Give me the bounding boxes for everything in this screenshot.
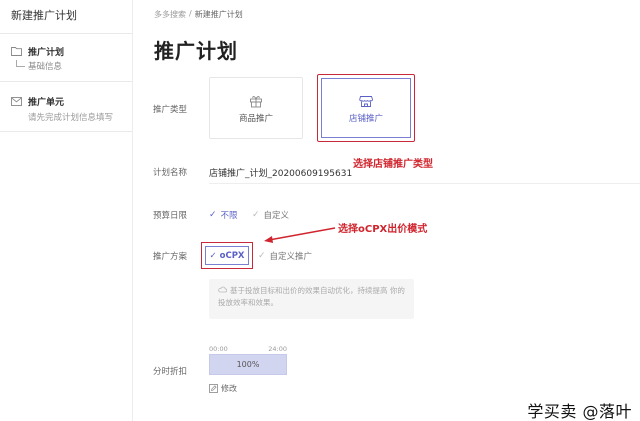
- scheme-option-ocpx-label: oCPX: [219, 250, 245, 261]
- sidebar: 新建推广计划 推广计划 基础信息 推广单元 请先完成计划信息填写: [0, 0, 133, 421]
- gift-icon: [249, 93, 263, 107]
- sidebar-section-unit[interactable]: 推广单元 请先完成计划信息填写: [0, 82, 132, 132]
- breadcrumb: 多多搜索 / 新建推广计划: [154, 9, 243, 20]
- check-icon: ✓: [258, 251, 266, 261]
- discount-label: 分时折扣: [153, 367, 188, 377]
- scheme-option-ocpx-highlight[interactable]: ✓ oCPX: [201, 242, 253, 269]
- store-icon: [359, 93, 373, 107]
- sidebar-item-plan[interactable]: 推广计划: [28, 45, 64, 58]
- budget-label: 预算日限: [153, 211, 188, 221]
- check-icon: ✓: [209, 210, 217, 220]
- sidebar-item-basic-info[interactable]: 基础信息: [28, 60, 62, 72]
- scheme-info-text: 基于投放目标和出价的效果自动优化，持续提高 你的投放效率和效果。: [218, 286, 405, 307]
- edit-discount-link[interactable]: 修改: [209, 383, 237, 394]
- edit-icon: [209, 384, 218, 393]
- type-card-shop-label: 店铺推广: [348, 113, 383, 124]
- name-label: 计划名称: [153, 168, 188, 178]
- budget-option-unlimited-label: 不限: [220, 211, 238, 221]
- sidebar-unit-hint: 请先完成计划信息填写: [28, 113, 114, 123]
- mail-icon: [11, 96, 22, 107]
- edit-discount-label: 修改: [221, 384, 237, 393]
- annotation-ocpx: 选择oCPX出价模式: [338, 224, 428, 235]
- time-discount-value: 100%: [236, 360, 260, 369]
- type-label: 推广类型: [153, 105, 188, 115]
- type-card-goods[interactable]: 商品推广: [209, 77, 303, 139]
- scheme-label: 推广方案: [153, 252, 188, 262]
- annotation-shop-type: 选择店铺推广类型: [353, 159, 433, 170]
- breadcrumb-current: 新建推广计划: [194, 10, 243, 19]
- cloud-icon: [218, 285, 228, 294]
- folder-icon: [11, 46, 22, 57]
- budget-option-custom-label: 自定义: [263, 211, 290, 221]
- annotation-arrow: [264, 227, 336, 243]
- scheme-option-custom[interactable]: ✓ 自定义推广: [258, 250, 312, 262]
- type-card-goods-label: 商品推广: [238, 113, 273, 124]
- budget-option-custom[interactable]: ✓ 自定义: [252, 209, 289, 221]
- time-range-labels: 00:00 24:00: [209, 345, 287, 353]
- scheme-option-custom-label: 自定义推广: [269, 252, 313, 262]
- watermark: 学买卖 @落叶: [527, 402, 632, 421]
- main-content: 多多搜索 / 新建推广计划 推广计划 推广类型 商品推广 店铺推广 选择店铺推广…: [133, 0, 640, 421]
- breadcrumb-separator: /: [189, 9, 192, 18]
- time-end: 24:00: [268, 345, 287, 353]
- page-title: 推广计划: [154, 39, 238, 63]
- sidebar-item-unit[interactable]: 推广单元: [28, 95, 64, 108]
- time-discount-bar[interactable]: 100%: [209, 354, 287, 375]
- plan-name-input[interactable]: 店铺推广_计划_20200609195631: [209, 166, 352, 179]
- tree-connector: [16, 60, 25, 67]
- sidebar-title: 新建推广计划: [0, 0, 132, 34]
- divider: [209, 183, 640, 184]
- breadcrumb-root[interactable]: 多多搜索: [154, 9, 186, 20]
- type-card-shop[interactable]: 店铺推广: [321, 78, 411, 138]
- check-icon: ✓: [209, 250, 217, 261]
- scheme-info-box: 基于投放目标和出价的效果自动优化，持续提高 你的投放效率和效果。: [209, 279, 414, 319]
- time-start: 00:00: [209, 345, 228, 353]
- budget-option-unlimited[interactable]: ✓ 不限: [209, 209, 238, 221]
- scheme-option-ocpx[interactable]: ✓ oCPX: [205, 246, 249, 265]
- type-card-shop-highlight[interactable]: 店铺推广: [317, 74, 415, 142]
- sidebar-section-plan[interactable]: 推广计划 基础信息: [0, 34, 132, 82]
- check-icon: ✓: [252, 210, 260, 220]
